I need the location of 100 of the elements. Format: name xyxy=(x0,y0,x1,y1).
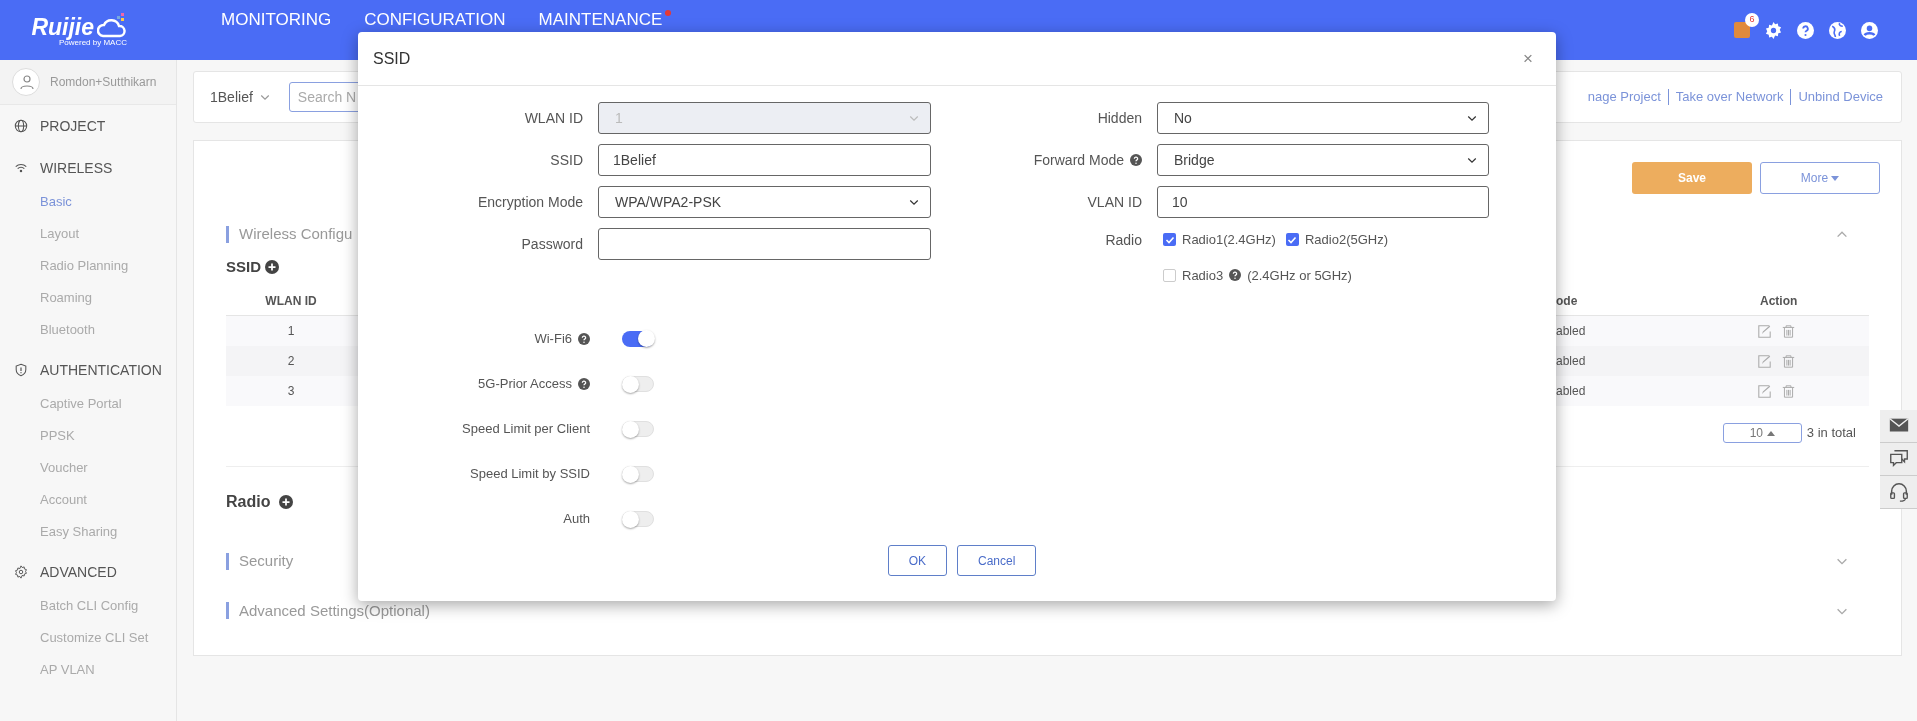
trash-icon[interactable] xyxy=(1782,354,1795,368)
globe-icon[interactable] xyxy=(1829,21,1846,39)
toggle-label: Wi-Fi6 xyxy=(534,329,572,348)
shield-icon xyxy=(14,363,28,377)
sidebar-item[interactable]: PPSK xyxy=(0,420,176,452)
toggle-label: Speed Limit per Client xyxy=(462,419,590,438)
link[interactable]: Unbind Device xyxy=(1798,87,1883,107)
table-cell-text: 1 xyxy=(286,323,296,340)
field-label: WLAN ID xyxy=(524,108,583,128)
password-field[interactable] xyxy=(598,228,931,260)
section-title: Wireless Configu xyxy=(239,224,353,244)
side-tab[interactable] xyxy=(1880,410,1917,443)
toggle-switch[interactable] xyxy=(622,420,654,437)
caret-icon xyxy=(1831,175,1840,181)
toggle-switch[interactable] xyxy=(622,510,654,527)
sidebar-item[interactable]: Roaming xyxy=(0,282,176,314)
ssid-heading: SSID xyxy=(226,256,261,277)
sidebar-item[interactable]: Voucher xyxy=(0,452,176,484)
toggle-label: Auth xyxy=(563,509,590,528)
field-label: SSID xyxy=(550,150,583,170)
logo-text: Ruijie xyxy=(31,16,94,39)
input-field[interactable]: 1Belief xyxy=(598,144,931,176)
help-icon[interactable] xyxy=(1797,21,1814,39)
field-label: Forward Mode xyxy=(1033,150,1124,170)
trash-icon[interactable] xyxy=(1782,324,1795,338)
more-button[interactable]: More xyxy=(1760,162,1880,194)
checkbox[interactable] xyxy=(1163,268,1176,282)
gear-icon xyxy=(14,565,28,579)
edit-icon[interactable] xyxy=(1758,354,1771,368)
toggle-switch[interactable] xyxy=(622,465,654,482)
cancel-button[interactable]: Cancel xyxy=(957,545,1037,576)
dropdown[interactable]: Bridge xyxy=(1157,144,1489,176)
section-title: Advanced Settings(Optional) xyxy=(239,600,430,621)
sidebar-section[interactable]: AUTHENTICATION xyxy=(40,359,162,381)
sidebar-section[interactable]: PROJECT xyxy=(40,115,106,137)
notification-icon[interactable] xyxy=(1734,22,1750,38)
globe-icon xyxy=(14,119,28,133)
trash-icon[interactable] xyxy=(1782,384,1795,398)
save-button[interactable]: Save xyxy=(1632,162,1752,194)
sidebar-item[interactable]: Layout xyxy=(0,218,176,250)
sidebar-item[interactable]: Customize CLI Set xyxy=(0,622,176,654)
toggle-label: Speed Limit by SSID xyxy=(470,464,590,483)
table-cell-text: abled xyxy=(1556,353,1587,370)
logo-tagline: Powered by MACC xyxy=(58,39,127,47)
table-cell-text: 3 xyxy=(286,383,296,400)
add-icon[interactable] xyxy=(279,495,294,509)
page-size-select[interactable]: 10 xyxy=(1722,423,1802,443)
ok-button[interactable]: OK xyxy=(887,545,947,576)
checkbox[interactable] xyxy=(1163,233,1176,247)
cloud-icon xyxy=(97,13,127,39)
toggle-label: 5G-Prior Access xyxy=(478,374,572,393)
nav-tab[interactable]: MAINTENANCE xyxy=(538,10,663,30)
edit-icon[interactable] xyxy=(1758,384,1771,398)
field-label: Hidden xyxy=(1097,108,1142,128)
sidebar-item[interactable]: Bluetooth xyxy=(0,314,176,346)
settings-icon[interactable] xyxy=(1765,21,1782,39)
checkbox-label: Radio1(2.4GHz) xyxy=(1182,231,1276,249)
sidebar-section[interactable]: ADVANCED xyxy=(40,561,117,583)
sidebar-section[interactable]: WIRELESS xyxy=(40,157,113,179)
field-label: VLAN ID xyxy=(1087,192,1142,212)
sidebar-item[interactable]: Basic xyxy=(0,186,176,218)
table-cell-text: 2 xyxy=(286,353,296,370)
column-header: WLAN ID xyxy=(264,292,318,310)
link[interactable]: nage Project xyxy=(1587,87,1661,107)
nav-tab[interactable]: MONITORING xyxy=(221,10,332,30)
link[interactable]: Take over Network xyxy=(1675,87,1784,107)
dropdown[interactable]: WPA/WPA2-PSK xyxy=(598,186,931,218)
column-header: Action xyxy=(1760,292,1798,310)
side-tab[interactable] xyxy=(1880,443,1917,476)
checkmark-icon xyxy=(1287,234,1298,245)
checkbox-label: Radio2(5GHz) xyxy=(1304,231,1389,249)
checkbox[interactable] xyxy=(1285,233,1299,247)
field-label: Encryption Mode xyxy=(477,192,583,212)
table-cell-text: abled xyxy=(1556,323,1587,340)
sidebar-item[interactable]: Account xyxy=(0,484,176,516)
wifi-icon xyxy=(14,161,28,175)
add-icon[interactable] xyxy=(265,259,279,274)
user-icon[interactable] xyxy=(1861,21,1878,39)
close-button[interactable]: × xyxy=(1523,50,1533,67)
toggle-switch[interactable] xyxy=(622,375,654,392)
toggle-switch[interactable] xyxy=(622,330,654,347)
sidebar-item[interactable]: Captive Portal xyxy=(0,388,176,420)
checkbox-note: (2.4GHz or 5GHz) xyxy=(1247,266,1352,285)
edit-icon[interactable] xyxy=(1758,324,1771,338)
column-header: ode xyxy=(1556,292,1579,310)
nav-tab[interactable]: CONFIGURATION xyxy=(364,10,506,30)
sidebar-item[interactable]: Easy Sharing xyxy=(0,516,176,548)
sidebar-item[interactable]: AP VLAN xyxy=(0,654,176,686)
project-select[interactable]: 1Belief xyxy=(210,86,271,108)
sidebar-item[interactable]: Radio Planning xyxy=(0,250,176,282)
radio-heading: Radio xyxy=(226,492,271,512)
input-field[interactable]: 10 xyxy=(1157,186,1489,218)
sidebar-item[interactable]: Batch CLI Config xyxy=(0,590,176,622)
user-icon xyxy=(18,74,34,90)
total-count: 3 in total xyxy=(1806,424,1856,443)
user-name: Romdon+Sutthikarn xyxy=(50,74,157,91)
section-title: Security xyxy=(239,551,294,571)
side-tab[interactable] xyxy=(1880,476,1917,509)
dropdown[interactable]: No xyxy=(1157,102,1489,134)
field-label: Radio xyxy=(1105,231,1142,250)
